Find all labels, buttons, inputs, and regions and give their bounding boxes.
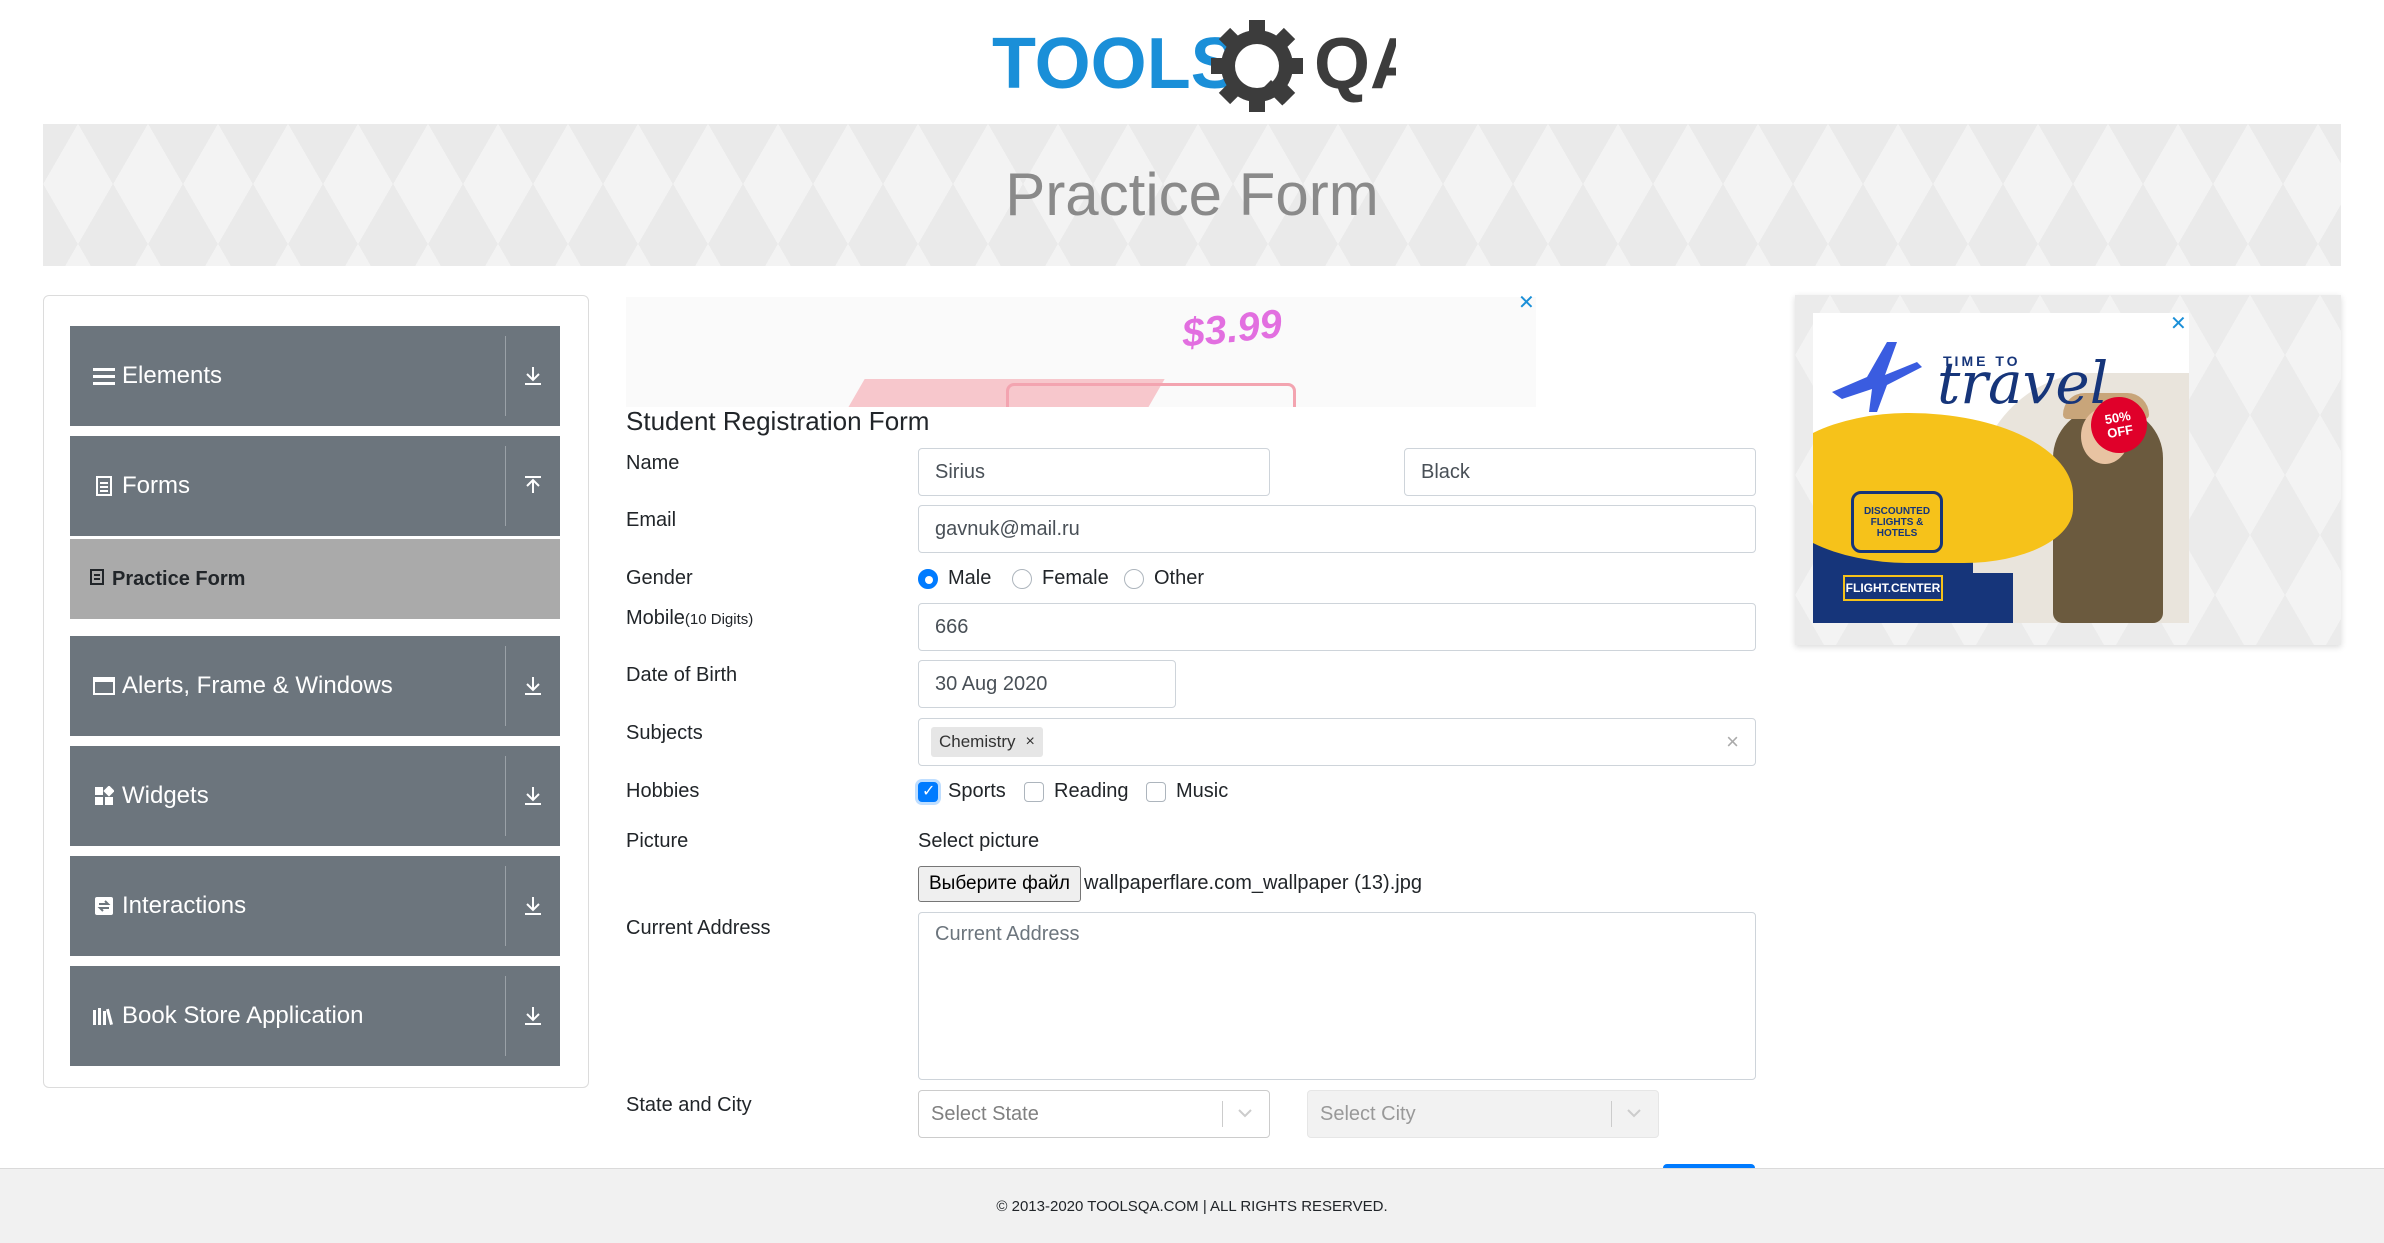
radio-checked-icon — [918, 568, 938, 589]
city-select[interactable]: Select City — [1307, 1090, 1659, 1138]
sidebar-item-practice-form[interactable]: Practice Form — [70, 539, 560, 619]
window-icon — [92, 677, 116, 695]
ad-banner-top[interactable]: $3.99 — [626, 297, 1536, 407]
hobby-label: Sports — [948, 780, 1006, 802]
airplane-icon — [1832, 342, 1922, 412]
name-label: Name — [626, 452, 680, 474]
download-arrow-icon[interactable] — [506, 636, 560, 736]
sidebar-item-label: Practice Form — [112, 567, 246, 590]
download-arrow-icon[interactable] — [506, 856, 560, 956]
form-icon — [92, 476, 116, 496]
gender-option-label: Other — [1154, 567, 1205, 589]
chevron-down-icon — [1235, 1103, 1255, 1123]
picture-label: Picture — [626, 830, 689, 852]
gender-option-label: Male — [948, 567, 992, 589]
footer-copyright: © 2013-2020 TOOLSQA.COM | ALL RIGHTS RES… — [996, 1197, 1388, 1215]
checkbox-unchecked-icon — [1024, 781, 1044, 802]
sidebar-group-label: Widgets — [122, 782, 209, 809]
sidebar-group-alerts[interactable]: Alerts, Frame & Windows — [70, 636, 560, 736]
current-address-textarea[interactable]: Current Address — [918, 912, 1756, 1080]
sidebar-group-interactions[interactable]: Interactions — [70, 856, 560, 956]
email-label: Email — [626, 509, 677, 531]
hobby-label: Reading — [1054, 780, 1129, 802]
ad-price: $3.99 — [1179, 301, 1285, 357]
sidebar-group-label: Book Store Application — [122, 1002, 364, 1029]
travel-ad-image[interactable]: TIME TO travel 50% OFF DISCOUNTED FLIGHT… — [1813, 313, 2189, 623]
email-input[interactable]: gavnuk@mail.ru — [918, 505, 1756, 553]
radio-unchecked-icon — [1012, 568, 1032, 589]
gender-option-label: Female — [1042, 567, 1109, 589]
logo-text-tools: TOOLS — [992, 24, 1239, 104]
subjects-input[interactable]: Chemistry × × — [918, 718, 1756, 766]
gender-radio-male[interactable]: Male — [918, 567, 991, 590]
sidebar-group-label: Interactions — [122, 892, 247, 919]
flight-center-logo: FLIGHT.CENTER — [1843, 575, 1943, 601]
gear-icon — [1211, 20, 1303, 112]
sidebar-group-book-store[interactable]: Book Store Application — [70, 966, 560, 1066]
hobby-checkbox-reading[interactable]: Reading — [1024, 780, 1129, 803]
gender-radio-other[interactable]: Other — [1124, 567, 1204, 590]
date-of-birth-input[interactable]: 30 Aug 2020 — [918, 660, 1176, 708]
form-title: Student Registration Form — [626, 406, 930, 436]
page-banner: Practice Form — [43, 124, 2341, 266]
checkbox-unchecked-icon — [1146, 781, 1166, 802]
ad-close-icon[interactable]: ✕ — [1518, 290, 1535, 315]
interactions-icon — [92, 896, 116, 916]
mobile-input[interactable]: 666 — [918, 603, 1756, 651]
dob-label: Date of Birth — [626, 664, 738, 686]
hobby-checkbox-sports[interactable]: Sports — [918, 780, 1006, 803]
mobile-label: Mobile(10 Digits) — [626, 607, 754, 629]
last-name-input[interactable]: Black — [1404, 448, 1756, 496]
discount-bubble: DISCOUNTED FLIGHTS & HOTELS — [1851, 491, 1943, 553]
sidebar: Elements Forms Practice Form Alerts, Fra… — [43, 295, 589, 1088]
sidebar-group-elements[interactable]: Elements — [70, 326, 560, 426]
checkbox-checked-icon — [918, 781, 938, 802]
select-picture-label: Select picture — [918, 830, 1040, 852]
page-title: Practice Form — [1005, 161, 1379, 228]
hobbies-label: Hobbies — [626, 780, 700, 802]
sidebar-group-label: Forms — [122, 472, 190, 499]
subject-chip: Chemistry × — [931, 727, 1043, 757]
state-city-label: State and City — [626, 1094, 752, 1116]
footer: © 2013-2020 TOOLSQA.COM | ALL RIGHTS RES… — [0, 1168, 2384, 1243]
chevron-down-icon — [1624, 1103, 1644, 1123]
current-address-label: Current Address — [626, 917, 771, 939]
mobile-hint: (10 Digits) — [684, 611, 754, 628]
chip-remove-icon[interactable]: × — [1026, 733, 1035, 751]
ad-travel: travel — [1937, 349, 2109, 417]
sidebar-group-forms[interactable]: Forms — [70, 436, 560, 536]
gender-radio-female[interactable]: Female — [1012, 567, 1109, 590]
ad-close-icon[interactable]: ✕ — [2170, 311, 2187, 336]
form-icon — [90, 568, 104, 590]
first-name-input[interactable]: Sirius — [918, 448, 1270, 496]
books-icon — [92, 1006, 116, 1026]
state-select[interactable]: Select State — [918, 1090, 1270, 1138]
subjects-label: Subjects — [626, 722, 703, 744]
choose-file-button[interactable]: Выберите файл — [918, 866, 1081, 902]
sidebar-group-label: Elements — [122, 362, 223, 389]
radio-unchecked-icon — [1124, 568, 1144, 589]
hobby-label: Music — [1176, 780, 1229, 802]
download-arrow-icon[interactable] — [506, 326, 560, 426]
menu-icon — [92, 366, 116, 386]
clear-icon[interactable]: × — [1726, 729, 1739, 755]
upload-arrow-icon[interactable] — [506, 436, 560, 536]
toolsqa-logo[interactable]: TOOLS QA — [992, 18, 1422, 114]
download-arrow-icon[interactable] — [506, 746, 560, 846]
widgets-icon — [92, 786, 116, 806]
sidebar-group-widgets[interactable]: Widgets — [70, 746, 560, 846]
gender-label: Gender — [626, 567, 693, 589]
download-arrow-icon[interactable] — [506, 966, 560, 1066]
sidebar-group-label: Alerts, Frame & Windows — [122, 672, 393, 699]
ad-banner-right[interactable]: TIME TO travel 50% OFF DISCOUNTED FLIGHT… — [1795, 295, 2341, 645]
logo-text-qa: QA — [1314, 24, 1396, 104]
hobby-checkbox-music[interactable]: Music — [1146, 780, 1228, 803]
chosen-file-name: wallpaperflare.com_wallpaper (13).jpg — [1084, 872, 1422, 894]
